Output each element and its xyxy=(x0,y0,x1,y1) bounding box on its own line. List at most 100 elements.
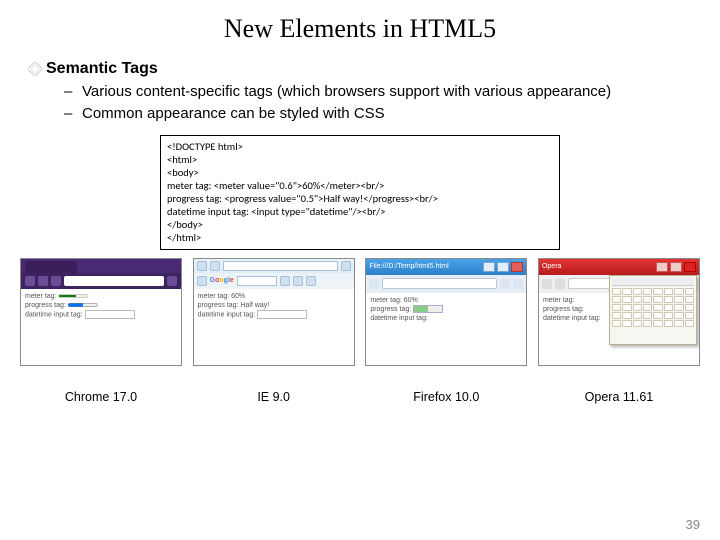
progress-element xyxy=(68,301,98,309)
forward-icon[interactable] xyxy=(555,279,565,289)
ime-cell[interactable] xyxy=(674,296,683,303)
ime-cell[interactable] xyxy=(612,296,621,303)
ime-cell[interactable] xyxy=(622,312,631,319)
maximize-icon[interactable] xyxy=(670,262,682,272)
address-bar[interactable] xyxy=(382,278,497,289)
ime-cell[interactable] xyxy=(685,288,694,295)
screenshot-caption: Firefox 10.0 xyxy=(413,390,479,404)
bookmark-icon[interactable] xyxy=(513,279,523,289)
code-line: <html> xyxy=(167,153,553,166)
search-input[interactable] xyxy=(237,276,277,286)
ime-cell[interactable] xyxy=(653,312,662,319)
browser-tab[interactable] xyxy=(25,261,77,273)
minimize-icon[interactable] xyxy=(656,262,668,272)
datetime-input[interactable] xyxy=(85,310,135,319)
address-bar[interactable] xyxy=(223,261,338,271)
ime-cell[interactable] xyxy=(664,296,673,303)
ime-cell[interactable] xyxy=(612,312,621,319)
screenshot-firefox: File:///D:/Temp/html5.html meter tag: 60… xyxy=(365,258,527,404)
back-icon[interactable] xyxy=(369,279,379,289)
menu-icon[interactable] xyxy=(167,276,177,286)
ime-cell[interactable] xyxy=(633,320,642,327)
minimize-icon[interactable] xyxy=(483,262,495,272)
ime-cell[interactable] xyxy=(633,312,642,319)
address-bar[interactable] xyxy=(64,276,164,286)
google-logo: Google xyxy=(210,277,234,284)
ime-cell[interactable] xyxy=(653,288,662,295)
reload-icon[interactable] xyxy=(51,276,61,286)
ime-cell[interactable] xyxy=(664,312,673,319)
ime-cell[interactable] xyxy=(612,320,621,327)
ime-popup[interactable] xyxy=(609,275,697,345)
ime-cell[interactable] xyxy=(664,320,673,327)
titlebar: Opera xyxy=(539,259,699,275)
page-line2-label: progress tag: xyxy=(198,302,239,309)
page-number: 39 xyxy=(686,517,700,532)
browser-window-ie: Google meter tag: 60% progress tag: Half… xyxy=(193,258,355,366)
ime-cell[interactable] xyxy=(653,320,662,327)
page-line3-label: datetime input tag: xyxy=(543,315,601,322)
close-icon[interactable] xyxy=(197,276,207,286)
ime-cell[interactable] xyxy=(622,296,631,303)
forward-icon[interactable] xyxy=(38,276,48,286)
ime-cell[interactable] xyxy=(653,304,662,311)
close-icon[interactable] xyxy=(684,262,696,272)
ime-popup-header xyxy=(612,277,694,286)
ime-cell[interactable] xyxy=(622,320,631,327)
code-line: progress tag: <progress value="0.5">Half… xyxy=(167,192,553,205)
gear-icon[interactable] xyxy=(306,276,316,286)
code-line: </html> xyxy=(167,231,553,244)
page-line2-label: progress tag: xyxy=(370,306,411,313)
ime-cell[interactable] xyxy=(643,304,652,311)
ime-cell[interactable] xyxy=(664,304,673,311)
back-icon[interactable] xyxy=(197,261,207,271)
ime-cell[interactable] xyxy=(643,320,652,327)
code-line: </body> xyxy=(167,218,553,231)
tab-strip xyxy=(21,259,181,273)
home-icon[interactable] xyxy=(500,279,510,289)
titlebar xyxy=(194,259,354,273)
page-line1-label: meter tag: xyxy=(198,293,230,300)
diamond-bullet-icon: ◈ xyxy=(28,58,42,78)
page-line2-label: progress tag: xyxy=(543,306,584,313)
ime-cell[interactable] xyxy=(664,288,673,295)
back-icon[interactable] xyxy=(25,276,35,286)
ime-cell[interactable] xyxy=(633,304,642,311)
ime-cell[interactable] xyxy=(643,288,652,295)
browser-window-firefox: File:///D:/Temp/html5.html meter tag: 60… xyxy=(365,258,527,366)
browser-chrome-top: File:///D:/Temp/html5.html xyxy=(366,259,526,293)
ime-cell[interactable] xyxy=(685,320,694,327)
ime-cell[interactable] xyxy=(633,288,642,295)
ime-cell[interactable] xyxy=(612,304,621,311)
ime-cell[interactable] xyxy=(685,296,694,303)
ime-cell[interactable] xyxy=(685,312,694,319)
meter-fallback-text: 60% xyxy=(404,297,418,304)
ime-cell[interactable] xyxy=(685,304,694,311)
ime-cell[interactable] xyxy=(674,304,683,311)
ime-cell[interactable] xyxy=(643,312,652,319)
ime-cell[interactable] xyxy=(622,304,631,311)
ime-cell[interactable] xyxy=(674,312,683,319)
maximize-icon[interactable] xyxy=(497,262,509,272)
more-icon[interactable] xyxy=(293,276,303,286)
toolbar xyxy=(21,273,181,289)
close-icon[interactable] xyxy=(511,262,523,272)
ime-cell[interactable] xyxy=(643,296,652,303)
reload-icon[interactable] xyxy=(341,261,351,271)
ime-cell[interactable] xyxy=(674,320,683,327)
progress-fallback-text: Half way! xyxy=(240,302,269,309)
ime-cell[interactable] xyxy=(612,288,621,295)
forward-icon[interactable] xyxy=(210,261,220,271)
window-title: File:///D:/Temp/html5.html xyxy=(369,263,483,270)
screenshot-row: meter tag: progress tag: datetime input … xyxy=(20,258,700,404)
toolbar xyxy=(366,275,526,293)
ime-cell[interactable] xyxy=(622,288,631,295)
ime-cell[interactable] xyxy=(653,296,662,303)
datetime-input[interactable] xyxy=(257,310,307,319)
back-icon[interactable] xyxy=(542,279,552,289)
search-icon[interactable] xyxy=(280,276,290,286)
window-controls xyxy=(483,262,523,272)
ime-cell[interactable] xyxy=(633,296,642,303)
code-line: <body> xyxy=(167,166,553,179)
ime-cell[interactable] xyxy=(674,288,683,295)
